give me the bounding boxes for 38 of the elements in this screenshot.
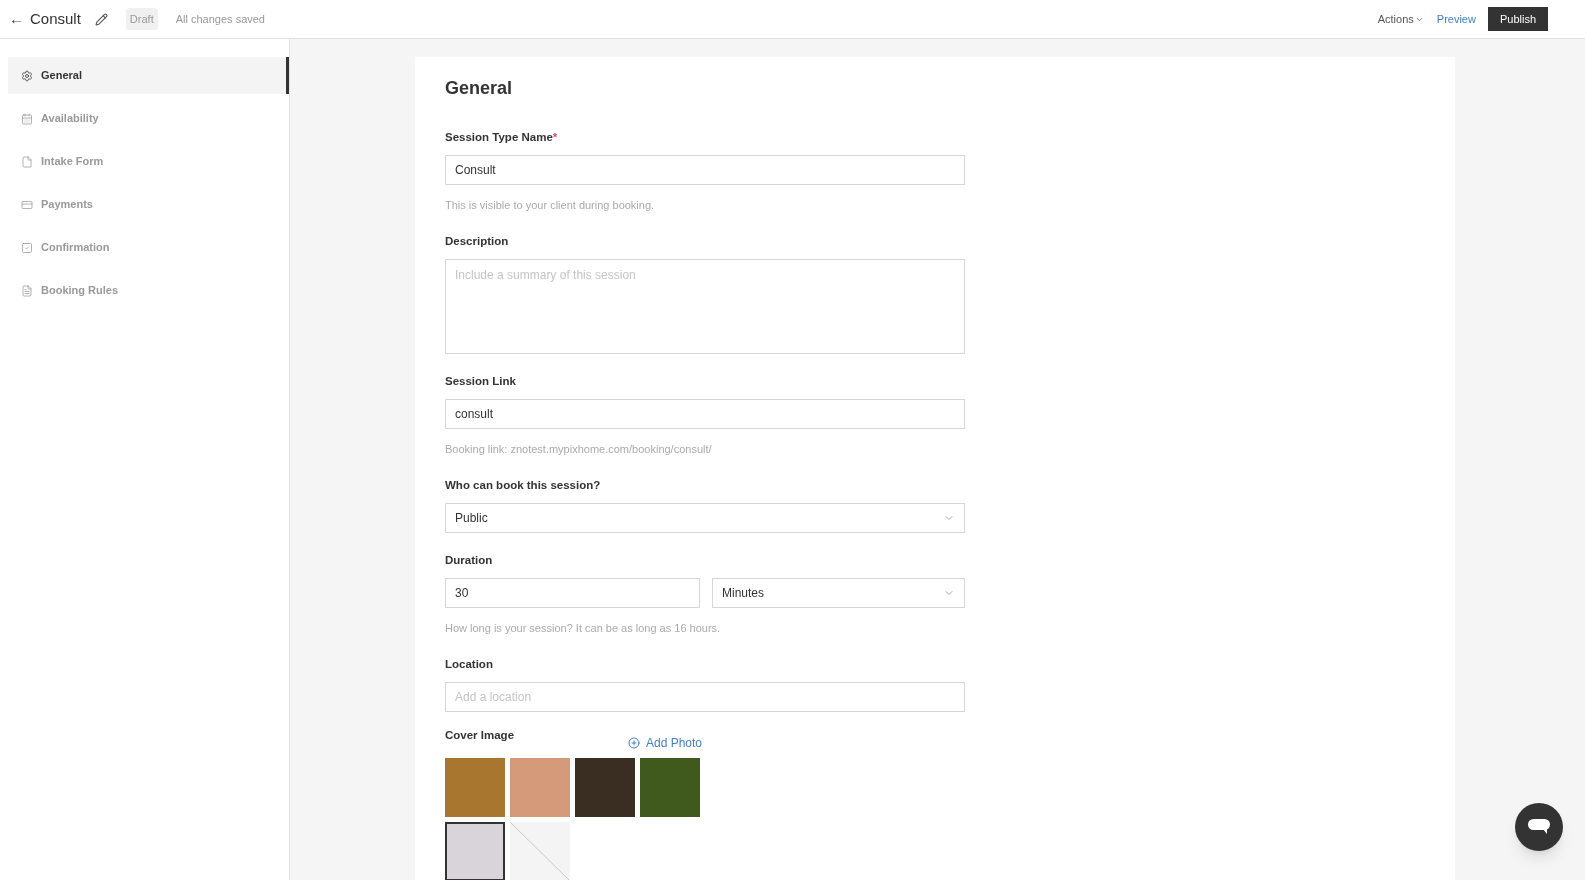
field-label: Who can book this session? (445, 477, 602, 493)
field-hint: How long is your session? It can be as long as 16 hours. (445, 621, 722, 637)
card-icon (21, 198, 33, 211)
chat-bubble-icon (1528, 819, 1550, 835)
field-hint: Booking link: znotest.mypixhome.com/booking/consult/ (445, 442, 713, 458)
back-button[interactable]: ← (9, 7, 24, 31)
document-icon (21, 284, 33, 297)
empty-image-slot[interactable] (510, 822, 570, 880)
page-title: Consult (30, 8, 81, 29)
checkbox-icon (21, 241, 33, 254)
preview-link[interactable]: Preview (1436, 10, 1476, 28)
field-label: Cover Image (445, 728, 516, 743)
sidebar-item[interactable]: General (8, 57, 289, 94)
file-icon (21, 155, 33, 168)
add-icon (628, 737, 640, 749)
text-field[interactable]: Add a location (445, 682, 965, 712)
chat-button[interactable] (1515, 803, 1563, 851)
duration-field[interactable]: 30 (445, 578, 700, 609)
text-field[interactable]: consult (445, 399, 965, 430)
field-label: Location (445, 656, 494, 672)
select-field[interactable]: Public (445, 503, 965, 533)
gear-icon (21, 69, 33, 82)
add-photo-button[interactable]: Add Photo (628, 734, 703, 752)
publish-button[interactable]: Publish (1487, 7, 1548, 31)
save-status: All changes saved (175, 11, 265, 27)
text-field[interactable]: Consult (445, 155, 965, 186)
field-label: Description (445, 233, 510, 249)
unit-select[interactable]: Minutes (712, 578, 965, 609)
field-label: Session Link (445, 374, 517, 389)
section-title: General (445, 77, 514, 100)
field-label: Duration (445, 553, 494, 568)
edit-icon[interactable] (94, 12, 108, 26)
calendar-icon (21, 112, 33, 125)
photo-placeholder[interactable] (445, 822, 505, 880)
field-label: Session Type Name* (445, 130, 559, 145)
actions-menu[interactable]: Actions (1377, 10, 1424, 28)
status-badge: Draft (125, 7, 158, 31)
field-hint: This is visible to your client during booking. (445, 198, 656, 214)
